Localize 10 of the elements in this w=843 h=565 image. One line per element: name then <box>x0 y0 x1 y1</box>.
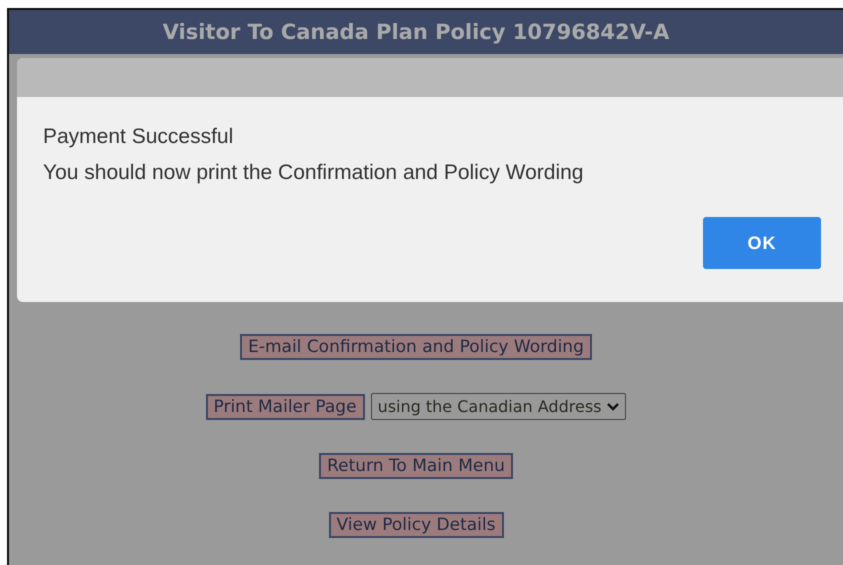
action-button[interactable]: View Policy Details <box>328 512 504 538</box>
ok-button[interactable]: OK <box>703 217 821 269</box>
dialog-message: You should now print the Confirmation and Policy Wording <box>43 161 584 185</box>
action-button[interactable]: Print Mailer Page <box>206 394 365 420</box>
address-dropdown[interactable]: using the Canadian Address <box>370 393 626 420</box>
action-button[interactable]: Return To Main Menu <box>319 453 513 479</box>
action-button[interactable]: E-mail Confirmation and Policy Wording <box>240 334 592 360</box>
chevron-down-icon <box>607 402 620 410</box>
page-title: Visitor To Canada Plan Policy 10796842V-A <box>162 20 670 44</box>
dialog-message: Payment Successful <box>43 125 234 149</box>
